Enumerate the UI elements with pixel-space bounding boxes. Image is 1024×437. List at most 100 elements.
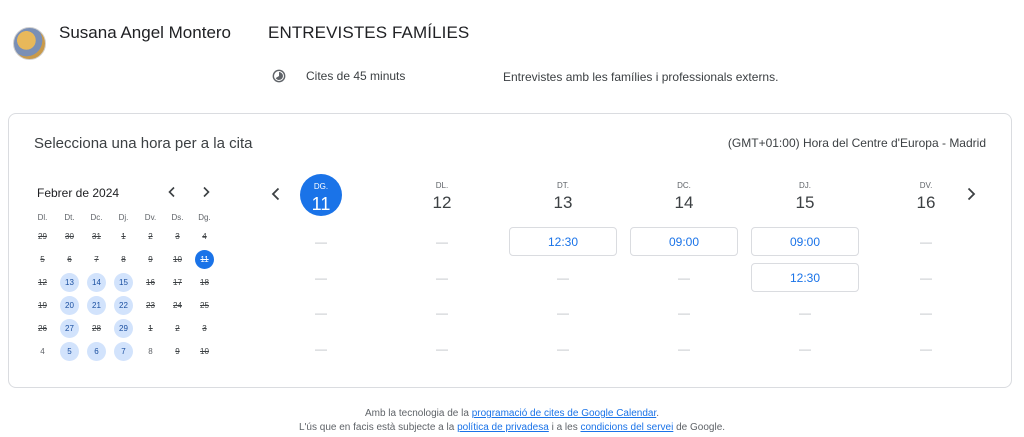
day-number: 27: [60, 319, 79, 338]
day-number: 11: [311, 194, 331, 214]
no-slot-placeholder: —: [315, 305, 327, 320]
day-number: 9: [175, 347, 180, 356]
mini-calendar-day[interactable]: 27: [56, 319, 83, 338]
mini-calendar-day[interactable]: 14: [83, 273, 110, 292]
weekday-label: Dj.: [118, 213, 129, 222]
mini-calendar-day: 9: [137, 250, 164, 269]
mini-calendar-day: 2: [164, 319, 191, 338]
footer-text: i a les: [548, 422, 581, 433]
mini-calendar-day: 16: [137, 273, 164, 292]
no-slot-placeholder: —: [920, 341, 932, 356]
mini-calendar-week: 29 30 31 1 2 3 4: [29, 225, 218, 248]
day-number: 8: [121, 255, 126, 264]
day-number: 10: [200, 347, 209, 356]
time-slot-button[interactable]: 09:00: [630, 227, 738, 256]
mini-calendar-day[interactable]: 6: [83, 342, 110, 361]
time-slot-button[interactable]: 09:00: [751, 227, 859, 256]
mini-calendar-day: 8: [137, 342, 164, 361]
day-header-inner: DT. 13: [509, 180, 617, 214]
mini-calendar-day: 24: [164, 296, 191, 315]
mini-calendar-day: 18: [191, 273, 218, 292]
day-number: 12: [38, 278, 47, 287]
day-header-inner: DL. 12: [388, 180, 496, 214]
day-number: 18: [200, 278, 209, 287]
no-slot-placeholder: —: [678, 341, 690, 356]
mini-calendar-day: 3: [191, 319, 218, 338]
day-number: 4: [202, 232, 207, 241]
day-header[interactable]: DV. 16: [872, 174, 980, 214]
mini-calendar-grid: Dl. Dt. Dc. Dj. Dv. Ds. Dg. 29 30 31 1 2 3 4 5 6 7 8 9 10 11…: [29, 211, 218, 363]
no-slot-placeholder: —: [436, 341, 448, 356]
day-weekday: DG.: [313, 182, 329, 191]
day-header[interactable]: DC. 14: [630, 174, 738, 214]
day-number: 22: [114, 296, 133, 315]
day-number: 6: [87, 342, 106, 361]
mini-calendar-day: 8: [110, 250, 137, 269]
no-slot-placeholder: —: [436, 234, 448, 249]
mini-calendar-day: 7: [83, 250, 110, 269]
privacy-policy-link[interactable]: política de privadesa: [457, 422, 549, 433]
mini-calendar-day[interactable]: 7: [110, 342, 137, 361]
mini-calendar-day[interactable]: 5: [56, 342, 83, 361]
time-slot-button[interactable]: 12:30: [751, 263, 859, 292]
day-number: 30: [65, 232, 74, 241]
day-number: 1: [148, 324, 153, 333]
day-header-inner: DG. 11: [300, 174, 342, 216]
no-slot-placeholder: —: [799, 341, 811, 356]
day-number: 20: [60, 296, 79, 315]
no-slot-placeholder: —: [920, 305, 932, 320]
footer-text: L'ús que en facis està subjecte a la: [298, 422, 458, 433]
day-number: 7: [94, 255, 99, 264]
no-slot-placeholder: —: [557, 270, 569, 285]
mini-calendar-day: 25: [191, 296, 218, 315]
mini-calendar-day[interactable]: 11: [191, 250, 218, 269]
day-number: 24: [173, 301, 182, 310]
mini-calendar-prev-button[interactable]: [164, 184, 180, 200]
day-header[interactable]: DL. 12: [388, 174, 496, 214]
no-slot-placeholder: —: [315, 270, 327, 285]
event-description: Entrevistes amb les famílies i professio…: [503, 70, 779, 84]
mini-calendar-day: 1: [137, 319, 164, 338]
day-header-inner: DV. 16: [872, 180, 980, 214]
day-number: 9: [148, 255, 153, 264]
mini-calendar-day: 2: [137, 227, 164, 246]
day-number: 26: [38, 324, 47, 333]
no-slot-placeholder: —: [315, 341, 327, 356]
footer-text: .: [656, 408, 660, 419]
no-slot-placeholder: —: [678, 305, 690, 320]
mini-calendar-day[interactable]: 22: [110, 296, 137, 315]
no-slot-placeholder: —: [799, 305, 811, 320]
event-title: ENTREVISTES FAMÍLIES: [268, 23, 470, 42]
day-header[interactable]: DG. 11: [267, 174, 375, 216]
mini-calendar-day[interactable]: 15: [110, 273, 137, 292]
terms-of-service-link[interactable]: condicions del servei: [581, 422, 674, 433]
no-slot-placeholder: —: [557, 305, 569, 320]
clock-icon: [272, 69, 286, 83]
mini-calendar-weekdays: Dl. Dt. Dc. Dj. Dv. Ds. Dg.: [29, 211, 218, 225]
mini-calendar-day[interactable]: 29: [110, 319, 137, 338]
mini-calendar-next-button[interactable]: [198, 184, 214, 200]
mini-calendar-day: 4: [29, 342, 56, 361]
weekday-label: Ds.: [171, 213, 184, 222]
time-slot-button[interactable]: 12:30: [509, 227, 617, 256]
mini-calendar-day[interactable]: 13: [56, 273, 83, 292]
mini-calendar-day[interactable]: 20: [56, 296, 83, 315]
calendar-scheduling-link[interactable]: programació de cites de Google Calendar: [472, 408, 657, 419]
day-number: 5: [40, 255, 45, 264]
day-number: 14: [674, 193, 694, 212]
day-number: 7: [114, 342, 133, 361]
day-header[interactable]: DT. 13: [509, 174, 617, 214]
mini-calendar-day: 12: [29, 273, 56, 292]
day-weekday: DV.: [919, 181, 933, 190]
mini-calendar-day: 3: [164, 227, 191, 246]
footer-line-1: Amb la tecnologia de la programació de c…: [0, 408, 1024, 419]
day-number: 17: [173, 278, 182, 287]
mini-calendar-day: 19: [29, 296, 56, 315]
day-header[interactable]: DJ. 15: [751, 174, 859, 214]
mini-calendar-day: 31: [83, 227, 110, 246]
mini-calendar-day[interactable]: 21: [83, 296, 110, 315]
day-number: 6: [67, 255, 72, 264]
weekday-label: Dv.: [144, 213, 157, 222]
timezone-selector[interactable]: (GMT+01:00) Hora del Centre d'Europa - M…: [728, 136, 986, 150]
mini-calendar-day: 28: [83, 319, 110, 338]
